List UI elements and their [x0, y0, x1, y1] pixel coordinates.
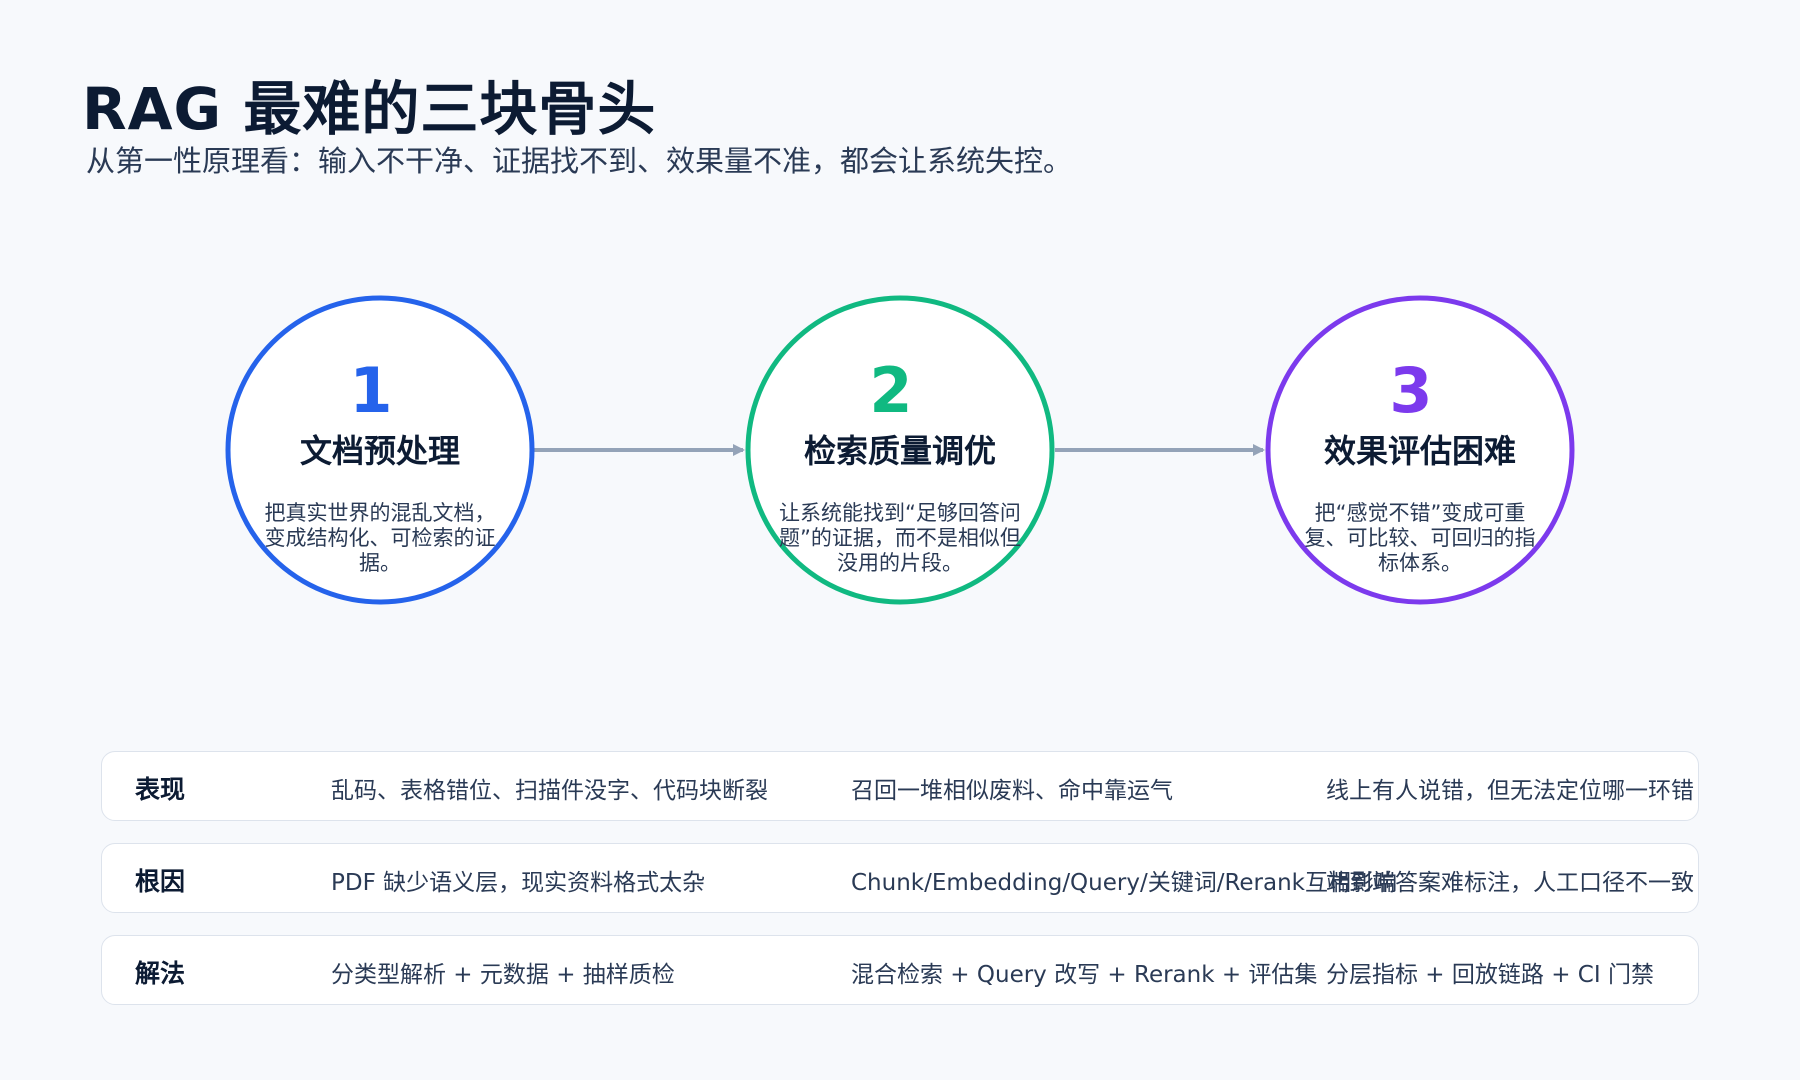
- table-cell: 端到端答案难标注，人工口径不一致: [1326, 870, 1694, 896]
- row-label: 根因: [135, 867, 186, 896]
- table-cell: 召回一堆相似废料、命中靠运气: [851, 778, 1173, 804]
- table-row-solution: 解法 分类型解析 + 元数据 + 抽样质检 混合检索 + Query 改写 + …: [101, 935, 1699, 1005]
- table-cell: PDF 缺少语义层，现实资料格式太杂: [331, 870, 706, 896]
- node-description-1: 把真实世界的混乱文档，变成结构化、可检索的证据。: [264, 501, 496, 575]
- node-title-2: 检索质量调优: [803, 432, 996, 470]
- table-cell: 分类型解析 + 元数据 + 抽样质检: [331, 962, 675, 988]
- node-title-3: 效果评估困难: [1323, 432, 1516, 470]
- node-number-2: 2: [869, 354, 913, 427]
- node-number-1: 1: [349, 354, 393, 427]
- node-title-1: 文档预处理: [299, 432, 460, 470]
- table-cell: 分层指标 + 回放链路 + CI 门禁: [1326, 962, 1654, 988]
- table-cell: 混合检索 + Query 改写 + Rerank + 评估集: [851, 962, 1318, 988]
- table-row-root-cause: 根因 PDF 缺少语义层，现实资料格式太杂 Chunk/Embedding/Qu…: [101, 843, 1699, 913]
- table-cell: 乱码、表格错位、扫描件没字、代码块断裂: [331, 778, 768, 804]
- table-cell: Chunk/Embedding/Query/关键词/Rerank互相影响: [851, 870, 1398, 896]
- row-label: 解法: [135, 959, 186, 988]
- table-row-symptom: 表现 乱码、表格错位、扫描件没字、代码块断裂 召回一堆相似废料、命中靠运气 线上…: [101, 751, 1699, 821]
- table-cell: 线上有人说错，但无法定位哪一环错: [1326, 778, 1694, 804]
- node-description-3: 把“感觉不错”变成可重复、可比较、可回归的指标体系。: [1304, 501, 1536, 575]
- node-description-2: 让系统能找到“足够回答问题”的证据，而不是相似但没用的片段。: [779, 501, 1021, 575]
- row-label: 表现: [135, 775, 186, 804]
- node-number-3: 3: [1389, 354, 1433, 427]
